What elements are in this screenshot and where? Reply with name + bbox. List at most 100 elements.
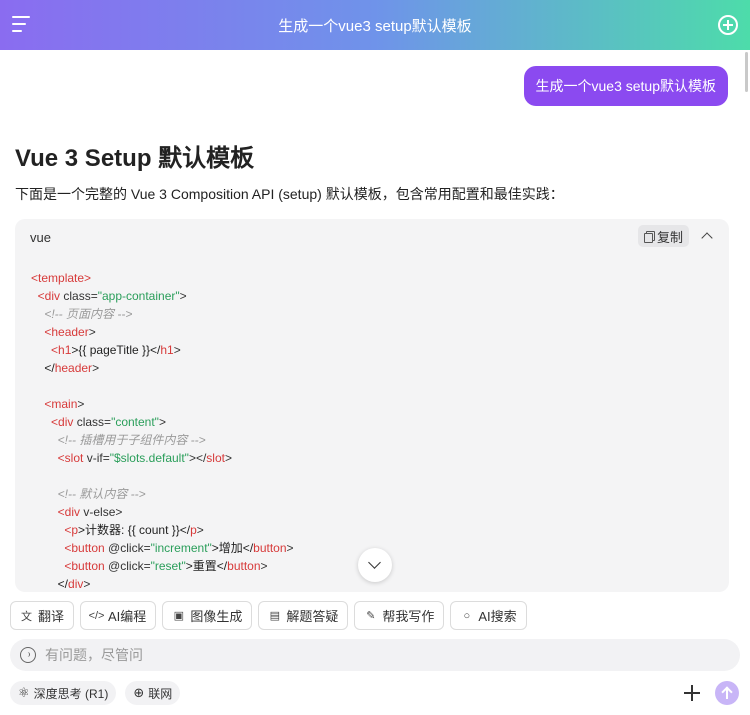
chip-translate[interactable]: 文翻译: [10, 601, 75, 630]
code-token: h1: [160, 343, 174, 357]
code-line: <button @click="increment">增加</button>: [31, 539, 294, 557]
code-token: <!-- 默认内容 -->: [31, 487, 146, 501]
code-block: vue 复制 <template> <div class="app-contai…: [15, 219, 729, 592]
chip-label: 图像生成: [190, 609, 243, 624]
composer-options: ⚛ 深度思考 (R1) ⊕ 联网: [10, 681, 181, 705]
code-token: >计数器: {{ count }}</: [78, 523, 191, 537]
pen-icon: ✎: [366, 610, 376, 622]
chip-label: 帮我写作: [382, 609, 435, 624]
code-token: >{{ pageTitle }}</: [71, 343, 161, 357]
code-token: v-else: [80, 505, 116, 519]
code-token: class=: [60, 289, 98, 303]
code-token: "content": [111, 415, 159, 429]
code-icon: </>: [88, 609, 105, 622]
code-token: div: [68, 577, 84, 591]
code-token: "reset": [150, 559, 186, 573]
deep-think-label: 深度思考 (R1): [33, 686, 109, 701]
copy-button[interactable]: 复制: [637, 225, 689, 247]
code-token: <div: [37, 289, 61, 303]
code-line: <div class="app-container">: [31, 287, 294, 305]
code-token: >: [224, 451, 232, 465]
image-icon: ▣: [173, 610, 185, 622]
code-token: "app-container": [97, 289, 180, 303]
code-token: >重置</: [185, 559, 228, 573]
user-message-bubble: 生成一个vue3 setup默认模板: [523, 66, 728, 106]
code-token: >: [84, 271, 92, 285]
code-line: <div v-else>: [31, 503, 294, 521]
code-token: >: [179, 289, 187, 303]
code-token: >: [260, 559, 268, 573]
code-token: <div: [57, 505, 81, 519]
code-token: <h1: [51, 343, 72, 357]
chip-label: AI搜索: [478, 609, 517, 624]
code-line: <!-- 页面内容 -->: [31, 305, 294, 323]
globe-icon: ⊕: [133, 685, 145, 700]
code-token: v-if=: [83, 451, 110, 465]
copy-icon: [643, 230, 655, 243]
chip-search[interactable]: ○ AI搜索: [450, 601, 527, 630]
code-token: >增加</: [211, 541, 254, 555]
code-token: <main: [44, 397, 78, 411]
code-token: >: [115, 505, 123, 519]
copy-label: 复制: [656, 229, 683, 245]
code-token: header: [54, 361, 93, 375]
code-token: </: [31, 577, 69, 591]
chip-pen[interactable]: ✎ 帮我写作: [354, 601, 445, 630]
chip-code[interactable]: </> AI编程: [80, 601, 157, 630]
attach-plus-icon[interactable]: [683, 684, 701, 702]
web-search-label: 联网: [148, 686, 173, 701]
scrollbar[interactable]: [745, 52, 748, 92]
menu-icon[interactable]: [12, 15, 32, 33]
code-token: button: [253, 541, 287, 555]
chip-image[interactable]: ▣ 图像生成: [162, 601, 253, 630]
code-token: >: [196, 523, 204, 537]
chip-label: 解题答疑: [286, 609, 339, 624]
new-chat-icon[interactable]: [718, 15, 738, 35]
code-token: class=: [73, 415, 112, 429]
code-token: <!-- 页面内容 -->: [31, 307, 133, 321]
code-line: <!-- 插槽用于子组件内容 -->: [31, 431, 294, 449]
code-line: </div>: [31, 575, 294, 592]
send-button[interactable]: [715, 681, 739, 705]
message-input[interactable]: [45, 647, 705, 663]
collapse-chevron-icon[interactable]: [700, 229, 714, 243]
code-line: <main>: [31, 395, 294, 413]
code-token: slot: [206, 451, 225, 465]
code-token: "increment": [150, 541, 212, 555]
top-bar: 生成一个vue3 setup默认模板: [0, 0, 750, 50]
code-token: @click=: [104, 541, 151, 555]
code-token: >: [286, 541, 294, 555]
message-input-bar: [10, 639, 740, 671]
scroll-to-bottom-button[interactable]: [358, 548, 392, 582]
web-search-toggle[interactable]: ⊕ 联网: [125, 681, 181, 705]
code-line: <button @click="reset">重置</button>: [31, 557, 294, 575]
voice-icon[interactable]: [20, 647, 36, 663]
code-token: <header: [44, 325, 89, 339]
search-icon: ○: [463, 609, 471, 622]
code-token: >: [173, 343, 181, 357]
code-token: >: [92, 361, 100, 375]
answer-title: Vue 3 Setup 默认模板: [15, 145, 255, 172]
code-token: <div: [51, 415, 74, 429]
code-token: "$slots.default": [109, 451, 189, 465]
code-token: >: [83, 577, 91, 591]
code-token: @click=: [104, 559, 151, 573]
deep-think-toggle[interactable]: ⚛ 深度思考 (R1): [10, 681, 117, 705]
code-token: <button: [64, 559, 105, 573]
code-language-label: vue: [30, 230, 51, 245]
chip-label: AI编程: [108, 609, 147, 624]
translate-icon: 文: [21, 610, 32, 623]
code-line: <template>: [31, 269, 294, 287]
chip-question-doc[interactable]: ▤ 解题答疑: [258, 601, 349, 630]
